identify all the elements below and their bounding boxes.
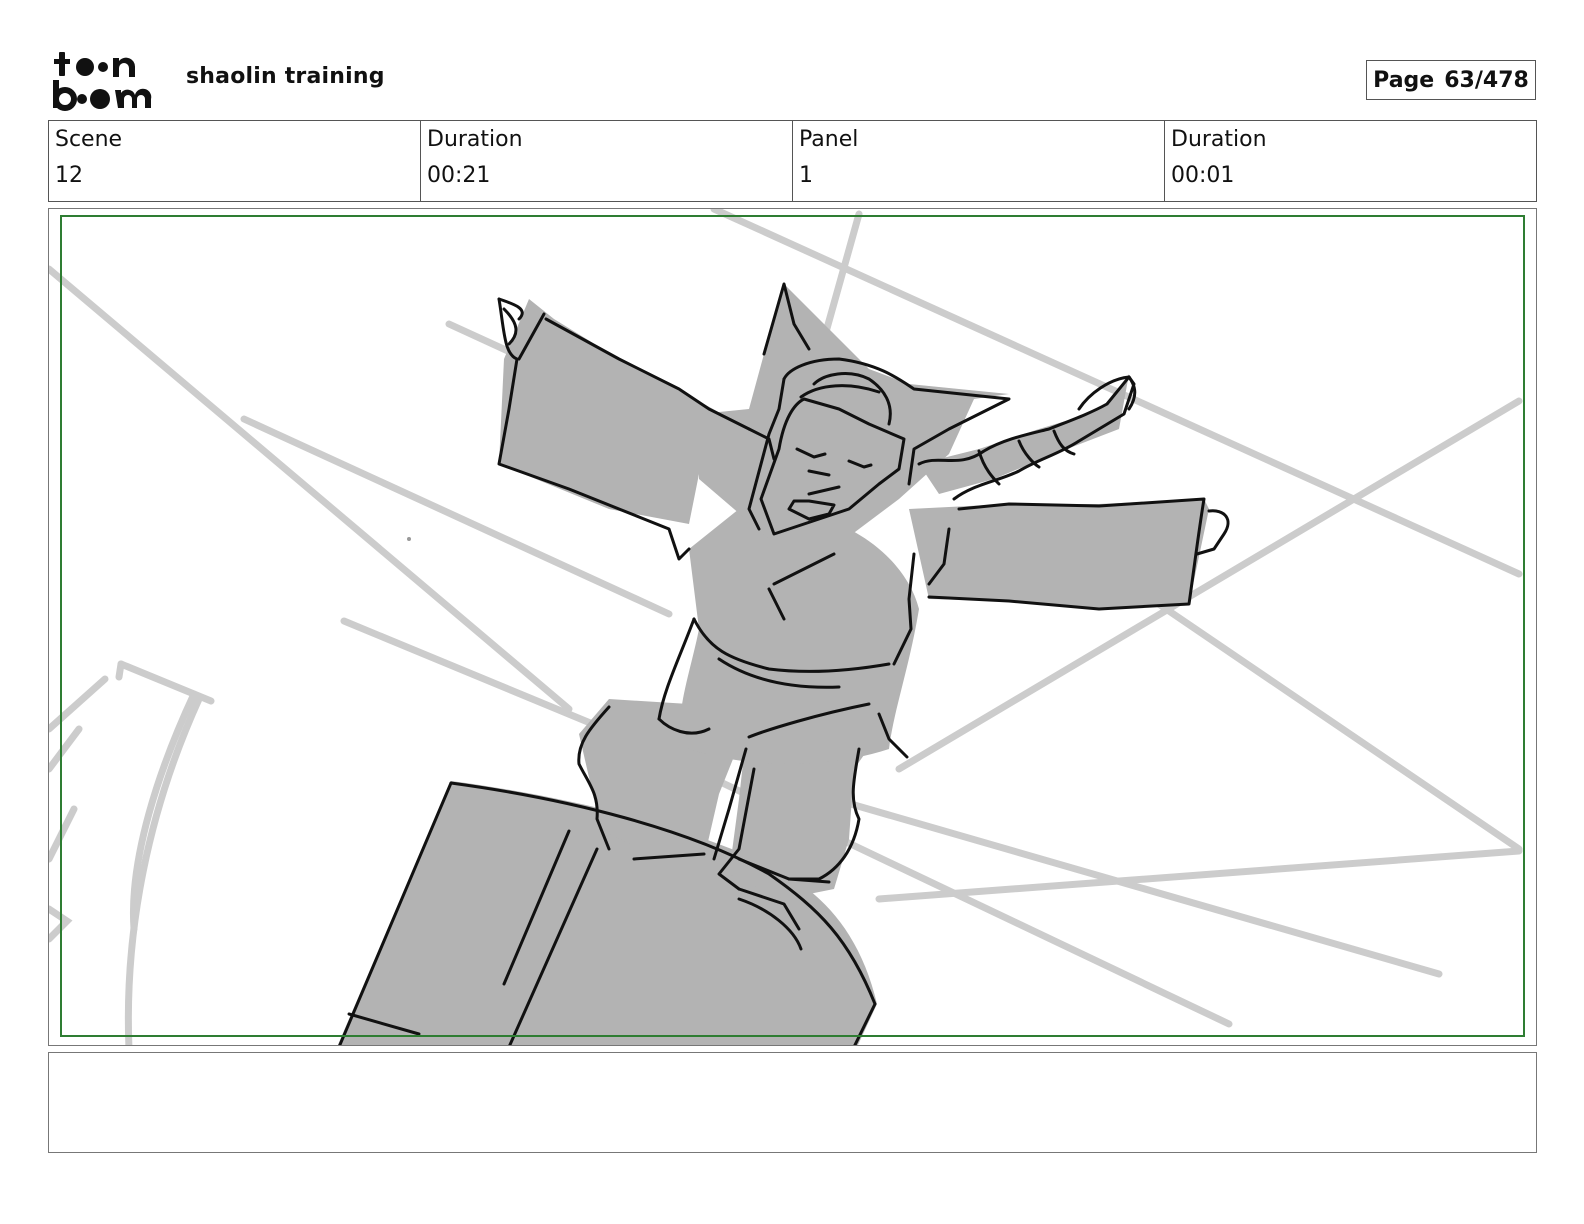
page-indicator: Page 63/478 [1366, 60, 1536, 100]
panel-duration-value: 00:01 [1171, 163, 1235, 188]
scene-duration-cell: Duration 00:21 [421, 121, 793, 201]
scene-label: Scene [55, 127, 123, 152]
panel-image-frame [48, 208, 1537, 1046]
toonboom-logo [51, 50, 163, 112]
scene-value: 12 [55, 163, 83, 188]
storyboard-sketch [49, 209, 1523, 1045]
project-title: shaolin training [186, 64, 385, 89]
panel-duration-label: Duration [1171, 127, 1267, 152]
scene-cell: Scene 12 [49, 121, 421, 201]
panel-cell: Panel 1 [793, 121, 1165, 201]
panel-notes-box [48, 1052, 1537, 1153]
page-label: Page [1373, 67, 1435, 93]
panel-duration-cell: Duration 00:01 [1165, 121, 1536, 201]
scene-info-table: Scene 12 Duration 00:21 Panel 1 Duration… [48, 120, 1537, 202]
panel-label: Panel [799, 127, 859, 152]
panel-value: 1 [799, 163, 813, 188]
scene-duration-label: Duration [427, 127, 523, 152]
scene-duration-value: 00:21 [427, 163, 491, 188]
page-value: 63/478 [1444, 67, 1529, 93]
toonboom-logo-icon [53, 52, 152, 111]
